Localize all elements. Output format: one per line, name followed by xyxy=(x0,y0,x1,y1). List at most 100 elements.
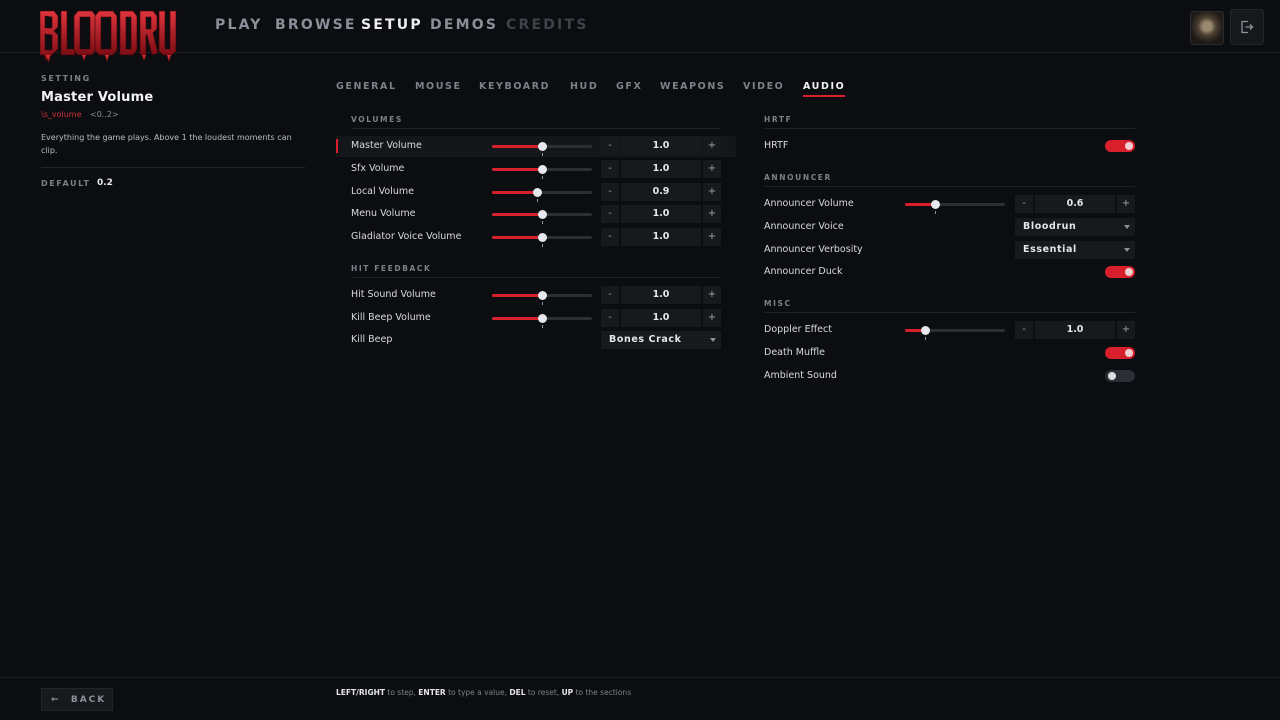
announcer-volume-increment-button[interactable]: + xyxy=(1117,195,1135,213)
gladiator-voice-volume-slider-fill xyxy=(492,236,542,239)
master-volume-increment-button[interactable]: + xyxy=(703,137,721,155)
local-volume-slider-handle[interactable] xyxy=(533,188,542,197)
ambient-sound-toggle[interactable] xyxy=(1105,370,1135,382)
hit-sound-volume-value[interactable]: 1.0 xyxy=(621,286,701,304)
sfx-volume-value[interactable]: 1.0 xyxy=(621,160,701,178)
tab-hud[interactable]: HUD xyxy=(570,81,598,92)
master-volume-decrement-button[interactable]: - xyxy=(601,137,619,155)
section-title-announcer: ANNOUNCER xyxy=(764,173,832,182)
toggle-knob xyxy=(1125,349,1133,357)
hit-sound-volume-decrement-button[interactable]: - xyxy=(601,286,619,304)
section-divider xyxy=(764,312,1135,313)
nav-demos[interactable]: DEMOS xyxy=(430,17,498,33)
default-value: 0.2 xyxy=(97,178,113,188)
kill-beep-volume-slider-fill xyxy=(492,317,542,320)
tab-keyboard[interactable]: KEYBOARD xyxy=(479,81,550,92)
master-volume-label: Master Volume xyxy=(351,140,422,151)
gladiator-voice-volume-increment-button[interactable]: + xyxy=(703,228,721,246)
ambient-sound-label: Ambient Sound xyxy=(764,370,837,381)
menu-volume-value[interactable]: 1.0 xyxy=(621,205,701,223)
sfx-volume-increment-button[interactable]: + xyxy=(703,160,721,178)
sfx-volume-default-tick xyxy=(542,176,543,179)
tab-gfx[interactable]: GFX xyxy=(616,81,642,92)
logout-button[interactable] xyxy=(1230,9,1264,45)
row-selected-marker xyxy=(336,139,338,153)
local-volume-label: Local Volume xyxy=(351,186,414,197)
sfx-volume-decrement-button[interactable]: - xyxy=(601,160,619,178)
doppler-effect-increment-button[interactable]: + xyxy=(1117,321,1135,339)
kill-beep-volume-slider-handle[interactable] xyxy=(538,314,547,323)
announcer-volume-decrement-button[interactable]: - xyxy=(1015,195,1033,213)
nav-credits[interactable]: CREDITS xyxy=(506,17,588,33)
hit-sound-volume-default-tick xyxy=(542,302,543,305)
hint-key: UP xyxy=(561,688,574,697)
tab-weapons[interactable]: WEAPONS xyxy=(660,81,725,92)
section-divider xyxy=(764,186,1135,187)
tab-video[interactable]: VIDEO xyxy=(743,81,784,92)
hrtf-label: HRTF xyxy=(764,140,789,151)
hit-sound-volume-label: Hit Sound Volume xyxy=(351,289,436,300)
announcer-volume-slider-handle[interactable] xyxy=(931,200,940,209)
announcer-duck-toggle[interactable] xyxy=(1105,266,1135,278)
tab-audio[interactable]: AUDIO xyxy=(803,81,845,92)
caret-down-icon xyxy=(710,338,716,342)
gladiator-voice-volume-slider-handle[interactable] xyxy=(538,233,547,242)
doppler-effect-value[interactable]: 1.0 xyxy=(1035,321,1115,339)
tab-general[interactable]: GENERAL xyxy=(336,81,397,92)
section-divider xyxy=(351,128,721,129)
caret-down-icon xyxy=(1124,225,1130,229)
announcer-verbosity-label: Announcer Verbosity xyxy=(764,244,863,255)
section-divider xyxy=(351,277,721,278)
kill-beep-volume-increment-button[interactable]: + xyxy=(703,309,721,327)
section-title-misc: MISC xyxy=(764,299,792,308)
local-volume-value[interactable]: 0.9 xyxy=(621,183,701,201)
gladiator-voice-volume-label: Gladiator Voice Volume xyxy=(351,231,462,242)
keyboard-hint: LEFT/RIGHT to step, ENTER to type a valu… xyxy=(336,688,631,697)
local-volume-default-tick xyxy=(537,199,538,202)
caret-down-icon xyxy=(1124,248,1130,252)
announcer-verbosity-dropdown[interactable]: Essential xyxy=(1015,241,1135,259)
player-avatar[interactable] xyxy=(1190,11,1224,45)
doppler-effect-slider-handle[interactable] xyxy=(921,326,930,335)
kill-beep-volume-default-tick xyxy=(542,325,543,328)
gladiator-voice-volume-decrement-button[interactable]: - xyxy=(601,228,619,246)
kill-beep-volume-decrement-button[interactable]: - xyxy=(601,309,619,327)
section-title-volumes: VOLUMES xyxy=(351,115,403,124)
master-volume-slider-handle[interactable] xyxy=(538,142,547,151)
tab-mouse[interactable]: MOUSE xyxy=(415,81,462,92)
hrtf-toggle[interactable] xyxy=(1105,140,1135,152)
back-label: BACK xyxy=(70,695,107,705)
nav-browse[interactable]: BROWSE xyxy=(275,17,357,33)
menu-volume-slider-handle[interactable] xyxy=(538,210,547,219)
sfx-volume-slider-handle[interactable] xyxy=(538,165,547,174)
kill-beep-volume-value[interactable]: 1.0 xyxy=(621,309,701,327)
divider xyxy=(41,167,305,168)
announcer-volume-value[interactable]: 0.6 xyxy=(1035,195,1115,213)
setting-caption: SETTING xyxy=(41,74,91,83)
nav-play[interactable]: PLAY xyxy=(215,17,263,33)
hint-key: LEFT/RIGHT xyxy=(336,688,385,697)
death-muffle-toggle[interactable] xyxy=(1105,347,1135,359)
bloodrun-logo[interactable] xyxy=(40,9,180,63)
announcer-volume-label: Announcer Volume xyxy=(764,198,854,209)
master-volume-value[interactable]: 1.0 xyxy=(621,137,701,155)
back-button[interactable]: ← BACK xyxy=(41,688,113,711)
hint-text: to step, xyxy=(385,688,419,697)
kill-beep-dropdown[interactable]: Bones Crack xyxy=(601,331,721,349)
menu-volume-decrement-button[interactable]: - xyxy=(601,205,619,223)
section-title-hrtf: HRTF xyxy=(764,115,793,124)
local-volume-decrement-button[interactable]: - xyxy=(601,183,619,201)
hit-sound-volume-slider-handle[interactable] xyxy=(538,291,547,300)
toggle-knob xyxy=(1125,142,1133,150)
hit-sound-volume-increment-button[interactable]: + xyxy=(703,286,721,304)
hint-text: to the sections xyxy=(573,688,632,697)
announcer-voice-dropdown[interactable]: Bloodrun xyxy=(1015,218,1135,236)
doppler-effect-decrement-button[interactable]: - xyxy=(1015,321,1033,339)
sfx-volume-label: Sfx Volume xyxy=(351,163,405,174)
menu-volume-increment-button[interactable]: + xyxy=(703,205,721,223)
local-volume-increment-button[interactable]: + xyxy=(703,183,721,201)
value-range: <0..2> xyxy=(90,110,119,119)
gladiator-voice-volume-value[interactable]: 1.0 xyxy=(621,228,701,246)
active-tab-indicator xyxy=(803,95,845,97)
nav-setup[interactable]: SETUP xyxy=(361,17,423,33)
